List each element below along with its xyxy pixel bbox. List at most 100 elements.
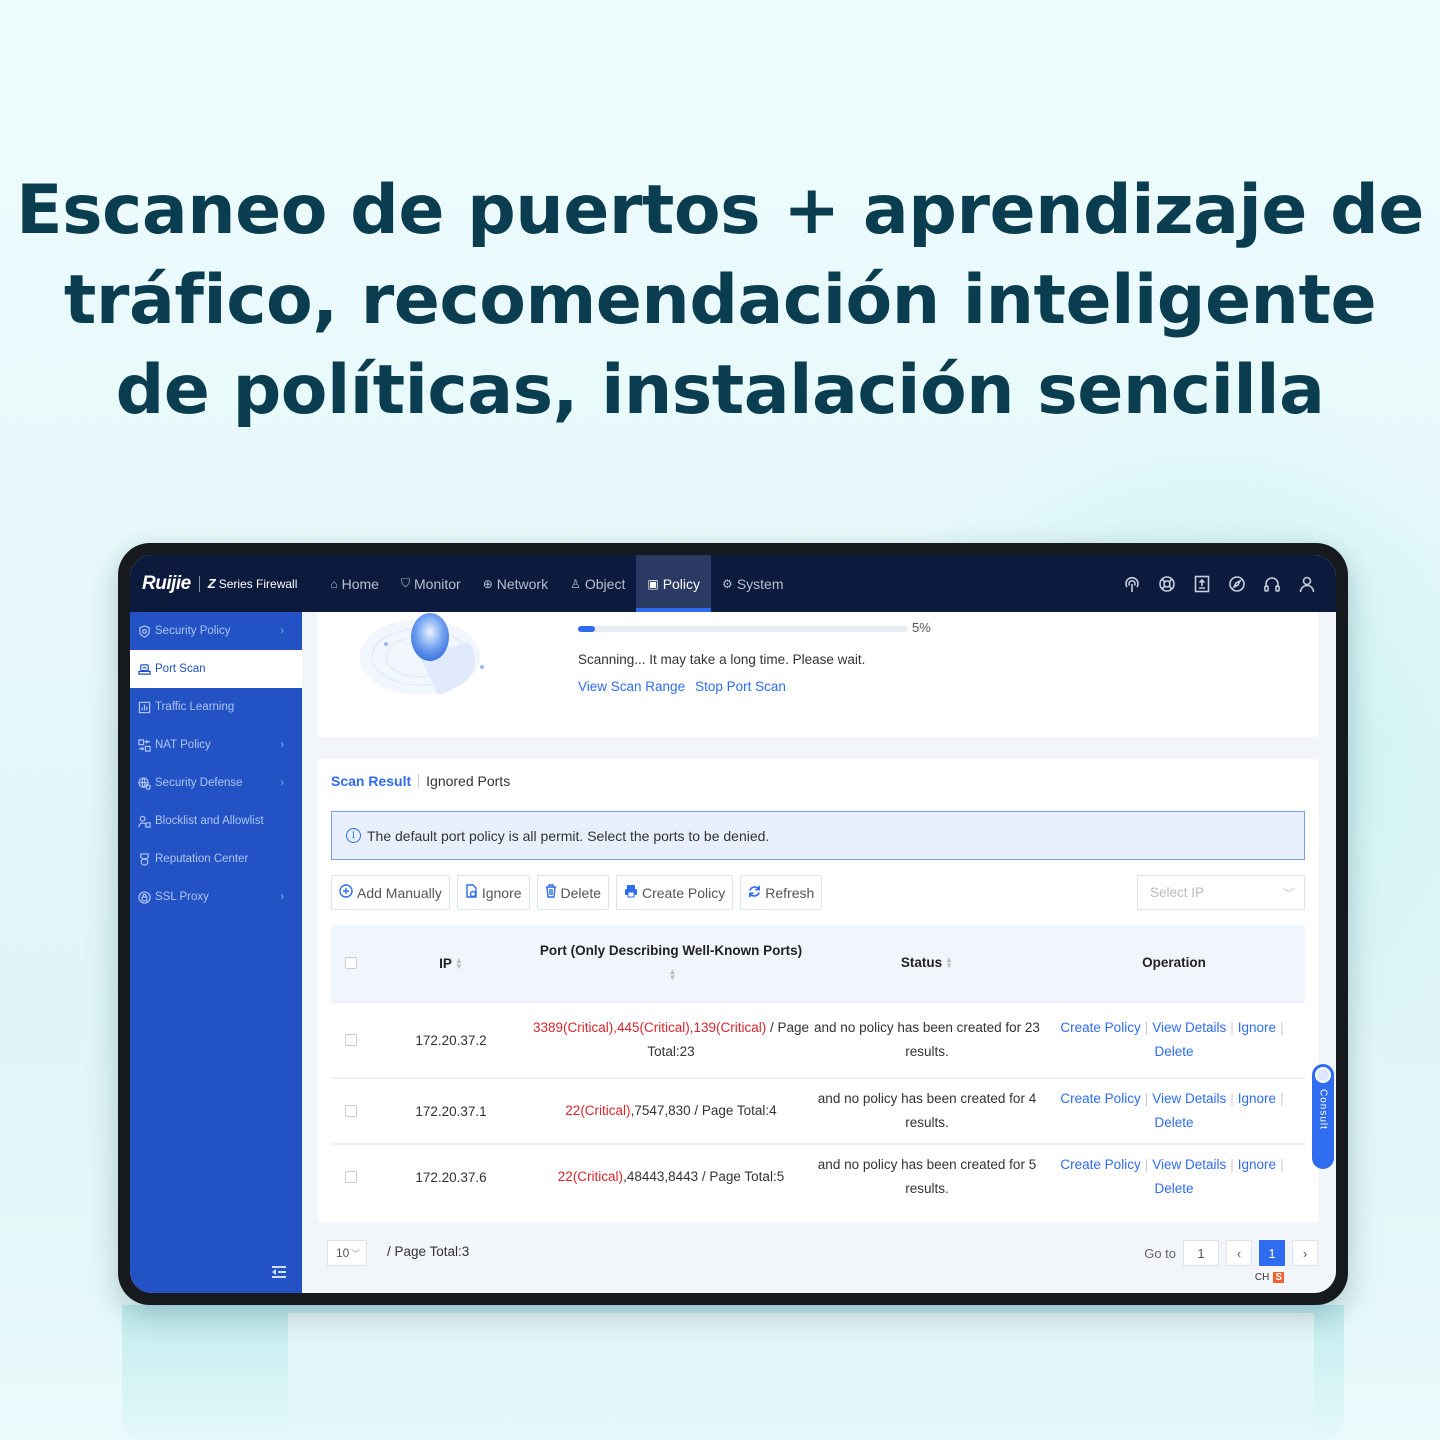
nav-monitor[interactable]: ⛉ Monitor <box>390 555 472 612</box>
globe-icon: ⊕ <box>482 576 493 591</box>
row-delete-link[interactable]: Delete <box>1154 1115 1193 1130</box>
nav-network[interactable]: ⊕ Network <box>472 555 559 612</box>
row-ignore-link[interactable]: Ignore <box>1238 1157 1276 1172</box>
sidebar-item-label: SSL Proxy <box>155 891 209 903</box>
row-ignore-link[interactable]: Ignore <box>1238 1020 1276 1035</box>
row-create-policy-link[interactable]: Create Policy <box>1060 1091 1140 1106</box>
row-delete-link[interactable]: Delete <box>1154 1044 1193 1059</box>
critical-ports: 3389(Critical),445(Critical),139(Critica… <box>532 1020 767 1035</box>
page-size-value: 10 <box>336 1246 350 1260</box>
row-checkbox[interactable] <box>345 1034 357 1046</box>
tablet-device: Ruijie Z Series Firewall ⌂ Home ⛉ Monito… <box>118 543 1348 1305</box>
ime-language: CH <box>1254 1272 1270 1283</box>
upload-icon[interactable] <box>1193 575 1211 593</box>
chevron-right-icon: › <box>1302 1245 1308 1261</box>
ime-logo-icon: S <box>1273 1272 1284 1283</box>
sidebar-item-security-defense[interactable]: Security Defense › <box>130 764 302 802</box>
security-defense-icon <box>137 776 151 790</box>
chevron-right-icon: › <box>280 777 284 789</box>
traffic-learning-icon <box>137 700 151 714</box>
select-all-checkbox[interactable] <box>345 957 357 969</box>
sidebar-item-port-scan[interactable]: Port Scan <box>130 650 302 688</box>
signal-icon[interactable] <box>1123 575 1141 593</box>
row-checkbox[interactable] <box>345 1171 357 1183</box>
sidebar-item-label: Traffic Learning <box>155 701 235 713</box>
next-page-button[interactable]: › <box>1292 1240 1318 1266</box>
create-policy-button[interactable]: Create Policy <box>616 875 734 910</box>
nav-object[interactable]: ♙ Object <box>559 555 636 612</box>
sidebar-item-label: Security Defense <box>155 777 243 789</box>
sort-icon[interactable]: ▲ ▼ <box>945 956 953 970</box>
sort-icon[interactable]: ▲ ▼ <box>669 968 677 982</box>
sidebar-item-traffic-learning[interactable]: Traffic Learning <box>130 688 302 726</box>
row-create-policy-link[interactable]: Create Policy <box>1060 1157 1140 1172</box>
select-ip-dropdown[interactable]: Select IP ﹀ <box>1137 875 1305 910</box>
add-manually-button[interactable]: Add Manually <box>331 875 450 910</box>
scan-result-table: IP ▲ ▼ Port (Only Describing Well-Known Po… <box>331 925 1305 1209</box>
stop-port-scan-link[interactable]: Stop Port Scan <box>695 679 786 694</box>
user-icon[interactable] <box>1298 575 1316 593</box>
row-ignore-link[interactable]: Ignore <box>1238 1091 1276 1106</box>
header-port[interactable]: Port (Only Describing Well-Known Ports) … <box>531 939 811 987</box>
nav-policy[interactable]: ▣ Policy <box>636 555 712 612</box>
row-view-details-link[interactable]: View Details <box>1152 1157 1226 1172</box>
headset-icon[interactable] <box>1263 575 1281 593</box>
header-status[interactable]: Status ▲ ▼ <box>811 951 1043 975</box>
row-view-details-link[interactable]: View Details <box>1152 1091 1226 1106</box>
row-operations: Create Policy | View Details | Ignore | Delete <box>1060 1157 1284 1196</box>
row-view-details-link[interactable]: View Details <box>1152 1020 1226 1035</box>
header-ip-label: IP <box>439 955 452 971</box>
logo-divider <box>198 575 200 592</box>
info-alert-text: The default port policy is all permit. S… <box>367 827 770 844</box>
scan-links: View Scan Range Stop Port Scan <box>578 679 786 694</box>
goto-page-input[interactable]: 1 <box>1183 1240 1219 1266</box>
sidebar-item-nat-policy[interactable]: NAT Policy › <box>130 726 302 764</box>
headline-line-2: tráfico, recomendación inteligente <box>63 261 1377 340</box>
sidebar-item-ssl-proxy[interactable]: SSL Proxy › <box>130 878 302 916</box>
result-toolbar: Add Manually Ignore Delete Create Policy <box>331 875 823 910</box>
consult-label: Consult <box>1317 1089 1329 1130</box>
header-ip[interactable]: IP ▲ ▼ <box>371 956 531 971</box>
row-checkbox[interactable] <box>345 1105 357 1117</box>
gear-icon: ⚙ <box>722 576 733 591</box>
headline: Escaneo de puertos + aprendizaje de tráf… <box>0 166 1440 436</box>
scan-progress-card: 5% Scanning... It may take a long time. … <box>318 612 1318 737</box>
page-button-current[interactable]: 1 <box>1259 1240 1285 1266</box>
tab-divider <box>418 774 420 788</box>
brand-logo[interactable]: Ruijie <box>142 573 191 595</box>
row-ip: 172.20.37.1 <box>415 1103 487 1119</box>
ignore-button[interactable]: Ignore <box>456 875 530 910</box>
chevron-right-icon: › <box>280 891 284 903</box>
tab-ignored-ports[interactable]: Ignored Ports <box>426 773 510 789</box>
critical-ports: 22(Critical) <box>565 1103 631 1118</box>
nav-monitor-label: Monitor <box>414 575 461 592</box>
sort-icon[interactable]: ▲ ▼ <box>455 956 463 970</box>
info-alert: i The default port policy is all permit.… <box>331 811 1305 860</box>
info-icon: i <box>346 828 361 843</box>
tab-scan-result[interactable]: Scan Result <box>331 773 411 789</box>
row-delete-link[interactable]: Delete <box>1154 1181 1193 1196</box>
delete-label: Delete <box>560 884 601 901</box>
page-size-select[interactable]: 10 ﹀ <box>327 1240 367 1266</box>
nav-policy-label: Policy <box>662 575 701 592</box>
compass-icon[interactable] <box>1228 575 1246 593</box>
view-scan-range-link[interactable]: View Scan Range <box>578 679 685 694</box>
consult-button[interactable]: Consult <box>1312 1064 1334 1169</box>
prev-page-button[interactable]: ‹ <box>1226 1240 1252 1266</box>
help-ring-icon[interactable] <box>1158 575 1176 593</box>
sidebar-item-blocklist[interactable]: Blocklist and Allowlist <box>130 802 302 840</box>
sidebar-item-security-policy[interactable]: Security Policy › <box>130 612 302 650</box>
refresh-button[interactable]: Refresh <box>740 875 823 910</box>
ime-indicator[interactable]: CH S <box>1255 1272 1284 1283</box>
collapse-sidebar-icon[interactable] <box>272 1265 286 1283</box>
device-reflection <box>122 1305 1344 1440</box>
sidebar-item-label: Blocklist and Allowlist <box>155 815 264 827</box>
row-ip: 172.20.37.2 <box>415 1032 487 1048</box>
delete-button[interactable]: Delete <box>536 875 609 910</box>
nav-system[interactable]: ⚙ System <box>711 555 794 612</box>
nav-home[interactable]: ⌂ Home <box>319 555 390 612</box>
chevron-right-icon: › <box>280 739 284 751</box>
sidebar-item-reputation-center[interactable]: Reputation Center <box>130 840 302 878</box>
row-status: and no policy has been created for 5 res… <box>817 1157 1037 1196</box>
row-create-policy-link[interactable]: Create Policy <box>1060 1020 1140 1035</box>
